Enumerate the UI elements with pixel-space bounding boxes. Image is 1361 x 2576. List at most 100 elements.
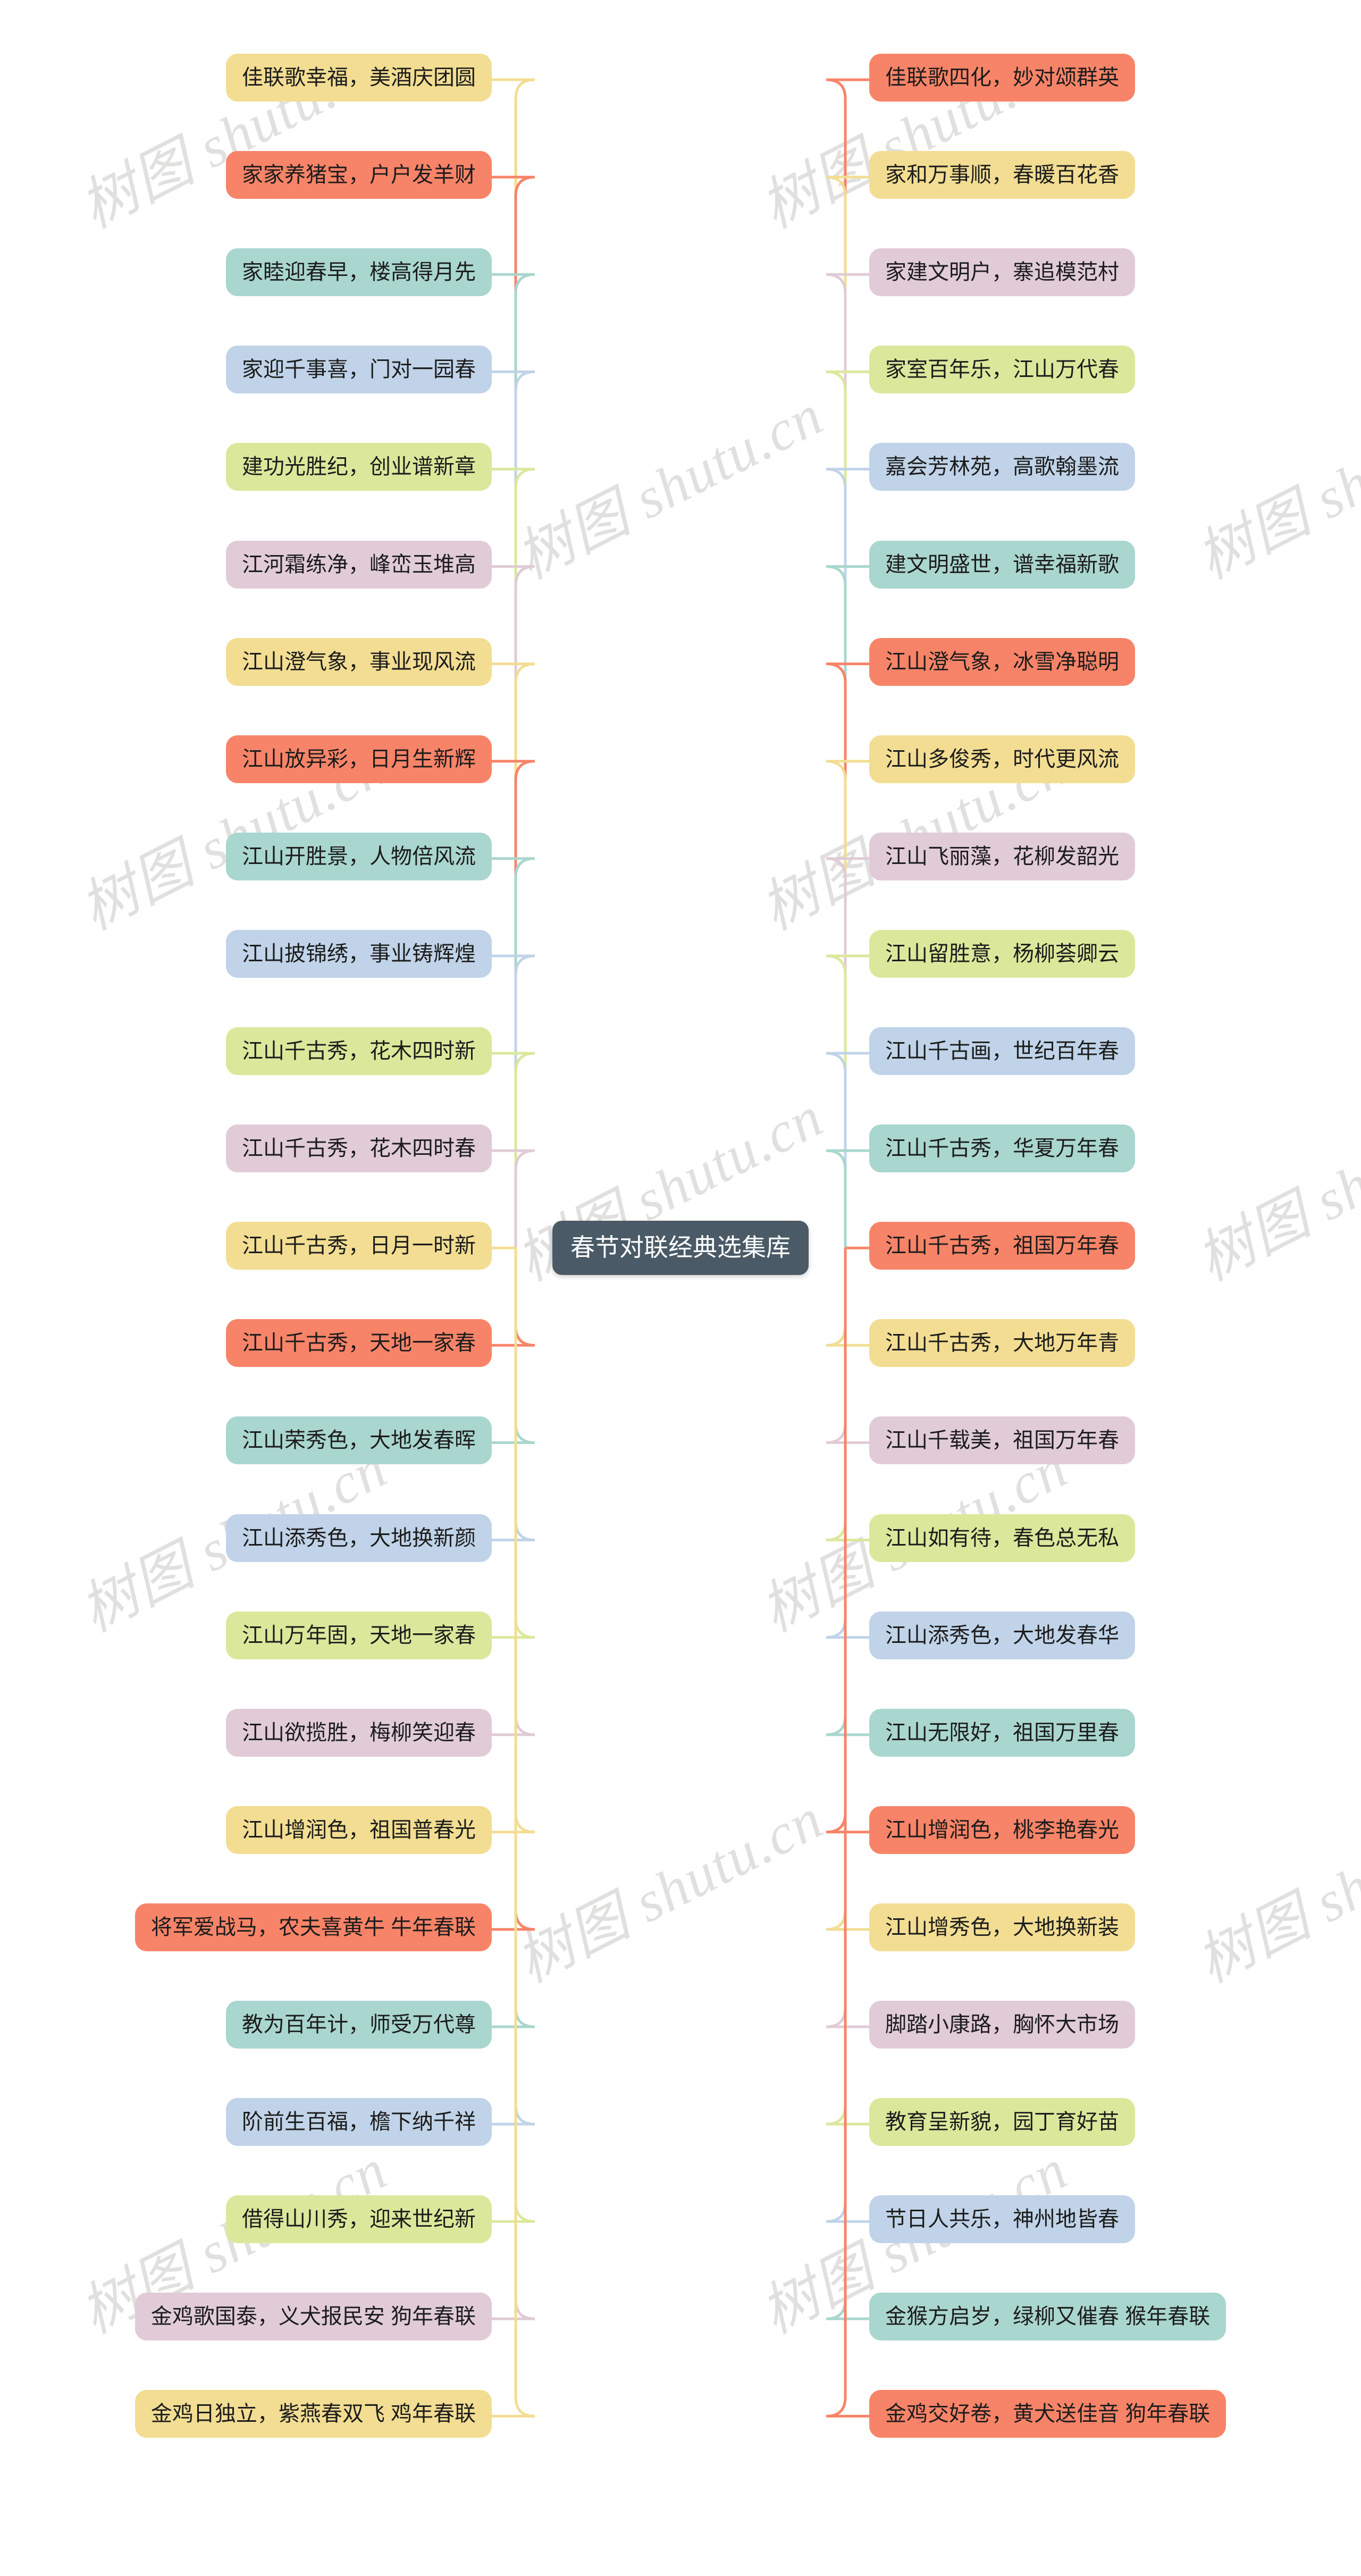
- right-node-17[interactable]: 江山添秀色，大地发春华: [869, 1611, 1135, 1659]
- right-node-16[interactable]: 江山如有待，春色总无私: [869, 1514, 1135, 1562]
- left-connector-3: [492, 273, 535, 1248]
- right-connector-15: [826, 1248, 869, 1444]
- right-connector-17: [826, 1248, 869, 1639]
- right-connector-9: [826, 857, 869, 1248]
- right-connector-14: [826, 1248, 869, 1347]
- left-node-3[interactable]: 家睦迎春早，楼高得月先: [226, 248, 492, 297]
- left-node-15[interactable]: 江山荣秀色，大地发春晖: [226, 1416, 492, 1465]
- right-connector-23: [826, 1248, 869, 2223]
- left-node-20[interactable]: 将军爱战马，农夫喜黄牛 牛年春联: [135, 1903, 492, 1951]
- right-connector-20: [826, 1248, 869, 1931]
- left-node-19[interactable]: 江山增润色，祖国普春光: [226, 1806, 492, 1854]
- left-node-23[interactable]: 借得山川秀，迎来世纪新: [226, 2195, 492, 2244]
- left-node-24[interactable]: 金鸡歌国泰，义犬报民安 狗年春联: [135, 2293, 492, 2341]
- right-node-18[interactable]: 江山无限好，祖国万里春: [869, 1708, 1135, 1757]
- right-node-1[interactable]: 佳联歌四化，妙对颂群英: [869, 54, 1135, 102]
- right-connector-4: [826, 370, 869, 1248]
- left-connector-17: [492, 1248, 535, 1639]
- right-connector-24: [826, 1248, 869, 2320]
- left-connector-15: [492, 1248, 535, 1444]
- left-node-1[interactable]: 佳联歌幸福，美酒庆团圆: [226, 54, 492, 102]
- right-connector-11: [826, 1052, 869, 1248]
- watermark-text: 树图 shutu.cn: [71, 32, 397, 240]
- right-connector-5: [826, 467, 869, 1248]
- left-node-11[interactable]: 江山千古秀，花木四时新: [226, 1027, 492, 1075]
- right-node-9[interactable]: 江山飞丽藻，花柳发韶光: [869, 832, 1135, 880]
- left-node-16[interactable]: 江山添秀色，大地换新颜: [226, 1514, 492, 1562]
- right-node-20[interactable]: 江山增秀色，大地换新装: [869, 1903, 1135, 1951]
- right-node-7[interactable]: 江山澄气象，冰雪净聪明: [869, 637, 1135, 686]
- left-connector-2: [492, 175, 535, 1248]
- left-connector-8: [492, 760, 535, 1248]
- right-connector-19: [826, 1248, 869, 1834]
- watermark-text: 树图 shutu.cn: [507, 1786, 833, 1995]
- right-node-6[interactable]: 建文明盛世，谱幸福新歌: [869, 540, 1135, 589]
- right-connector-25: [826, 1248, 869, 2418]
- watermark-text: 树图 shutu.cn: [507, 383, 833, 591]
- left-node-18[interactable]: 江山欲揽胜，梅柳笑迎春: [226, 1708, 492, 1757]
- right-connector-2: [826, 175, 869, 1248]
- left-connector-22: [492, 1248, 535, 2126]
- left-node-6[interactable]: 江河霜练净，峰峦玉堆高: [226, 540, 492, 589]
- mindmap-canvas: 树图 shutu.cn 树图 shutu.cn 树图 shutu.cn 树图 shut…: [0, 0, 1361, 2576]
- left-connector-6: [492, 565, 535, 1248]
- right-node-23[interactable]: 节日人共乐，神州地皆春: [869, 2195, 1135, 2244]
- left-connector-25: [492, 1248, 535, 2418]
- left-connector-5: [492, 467, 535, 1248]
- left-node-14[interactable]: 江山千古秀，天地一家春: [226, 1319, 492, 1367]
- left-node-25[interactable]: 金鸡日独立，紫燕春双飞 鸡年春联: [135, 2390, 492, 2438]
- right-node-22[interactable]: 教育呈新貌，园丁育好苗: [869, 2098, 1135, 2146]
- left-connector-19: [492, 1248, 535, 1834]
- left-node-13[interactable]: 江山千古秀，日月一时新: [226, 1222, 492, 1270]
- left-connector-23: [492, 1248, 535, 2223]
- watermark-text: 树图 shutu.cn: [1187, 1085, 1361, 1293]
- right-connector-3: [826, 273, 869, 1248]
- left-node-17[interactable]: 江山万年固，天地一家春: [226, 1611, 492, 1659]
- right-node-19[interactable]: 江山增润色，桃李艳春光: [869, 1806, 1135, 1854]
- right-node-8[interactable]: 江山多俊秀，时代更风流: [869, 735, 1135, 783]
- right-connector-16: [826, 1248, 869, 1541]
- right-node-24[interactable]: 金猴方启岁，绿柳又催春 猴年春联: [869, 2293, 1226, 2341]
- left-connector-4: [492, 370, 535, 1248]
- left-node-2[interactable]: 家家养猪宝，户户发羊财: [226, 151, 492, 199]
- left-node-12[interactable]: 江山千古秀，花木四时春: [226, 1125, 492, 1173]
- right-node-2[interactable]: 家和万事顺，春暖百花香: [869, 151, 1135, 199]
- watermark-text: 树图 shutu.cn: [751, 32, 1078, 240]
- right-node-14[interactable]: 江山千古秀，大地万年青: [869, 1319, 1135, 1367]
- right-connector-6: [826, 565, 869, 1248]
- right-node-21[interactable]: 脚踏小康路，胸怀大市场: [869, 2001, 1135, 2049]
- left-connector-12: [492, 1149, 535, 1248]
- left-connector-11: [492, 1052, 535, 1248]
- left-connector-9: [492, 857, 535, 1248]
- left-node-4[interactable]: 家迎千事喜，门对一园春: [226, 346, 492, 394]
- right-node-4[interactable]: 家室百年乐，江山万代春: [869, 346, 1135, 394]
- left-node-10[interactable]: 江山披锦绣，事业铸辉煌: [226, 929, 492, 978]
- left-node-8[interactable]: 江山放异彩，日月生新辉: [226, 735, 492, 783]
- connector-lines: [492, 78, 869, 2418]
- right-connector-8: [826, 760, 869, 1248]
- right-connector-21: [826, 1248, 869, 2028]
- left-connector-20: [492, 1248, 535, 1931]
- left-node-9[interactable]: 江山开胜景，人物倍风流: [226, 832, 492, 880]
- right-node-13[interactable]: 江山千古秀，祖国万年春: [869, 1222, 1135, 1270]
- left-node-22[interactable]: 阶前生百福，檐下纳千祥: [226, 2098, 492, 2146]
- right-node-12[interactable]: 江山千古秀，华夏万年春: [869, 1125, 1135, 1173]
- right-connector-10: [826, 954, 869, 1248]
- left-node-21[interactable]: 教为百年计，师受万代尊: [226, 2001, 492, 2049]
- right-connector-12: [826, 1149, 869, 1248]
- watermark-text: 树图 shutu.cn: [1187, 383, 1361, 591]
- right-node-15[interactable]: 江山千载美，祖国万年春: [869, 1416, 1135, 1465]
- right-node-10[interactable]: 江山留胜意，杨柳荟卿云: [869, 929, 1135, 978]
- left-node-5[interactable]: 建功光胜纪，创业谱新章: [226, 443, 492, 491]
- watermark-text: 树图 shutu.cn: [1187, 1786, 1361, 1995]
- right-node-5[interactable]: 嘉会芳林苑，高歌翰墨流: [869, 443, 1135, 491]
- right-node-11[interactable]: 江山千古画，世纪百年春: [869, 1027, 1135, 1075]
- left-connector-16: [492, 1248, 535, 1541]
- left-node-7[interactable]: 江山澄气象，事业现风流: [226, 637, 492, 686]
- left-connector-24: [492, 1248, 535, 2320]
- root-node[interactable]: 春节对联经典选集库: [552, 1221, 809, 1275]
- right-node-3[interactable]: 家建文明户，寨追模范村: [869, 248, 1135, 297]
- right-node-25[interactable]: 金鸡交好卷，黄犬送佳音 狗年春联: [869, 2390, 1226, 2438]
- left-connector-7: [492, 662, 535, 1248]
- left-connector-1: [492, 78, 535, 1248]
